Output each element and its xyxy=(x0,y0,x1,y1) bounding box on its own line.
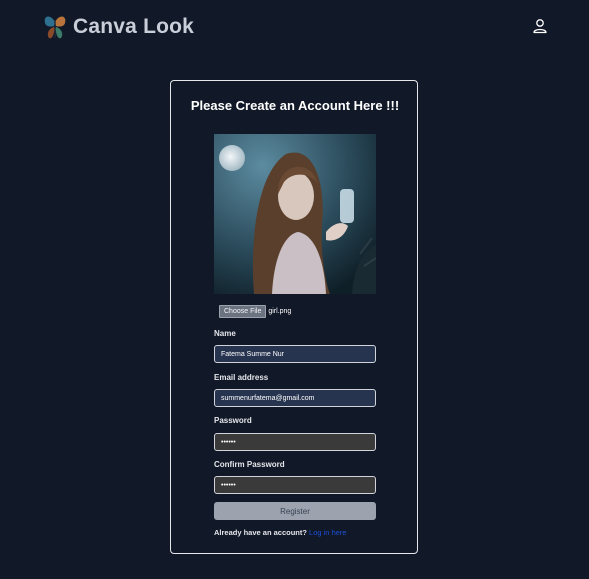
password-input[interactable]: •••••• xyxy=(214,433,376,451)
password-label: Password xyxy=(214,416,252,425)
file-upload: Choose File girl.png xyxy=(219,305,291,318)
register-card: Please Create an Account Here !!! Choose… xyxy=(170,80,418,554)
register-button[interactable]: Register xyxy=(214,502,376,520)
brand-name: Canva Look xyxy=(73,15,195,38)
confirm-password-label: Confirm Password xyxy=(214,460,285,469)
brand[interactable]: Canva Look xyxy=(43,14,194,40)
butterfly-logo-icon xyxy=(44,16,66,39)
login-link[interactable]: Log in here xyxy=(309,528,347,537)
profile-photo-preview xyxy=(214,134,376,294)
confirm-password-input[interactable]: •••••• xyxy=(214,476,376,494)
login-prompt-text: Already have an account? xyxy=(214,528,307,537)
card-title: Please Create an Account Here !!! xyxy=(190,98,400,113)
choose-file-button[interactable]: Choose File xyxy=(219,305,267,318)
file-name: girl.png xyxy=(268,308,292,315)
name-label: Name xyxy=(214,329,236,338)
email-input[interactable]: summenurfatema@gmail.com xyxy=(214,389,376,407)
user-icon[interactable] xyxy=(531,17,549,35)
email-label: Email address xyxy=(214,373,269,382)
login-prompt: Already have an account? Log in here xyxy=(214,528,347,537)
name-input[interactable]: Fatema Summe Nur xyxy=(214,345,376,363)
navbar: Canva Look xyxy=(0,0,589,56)
